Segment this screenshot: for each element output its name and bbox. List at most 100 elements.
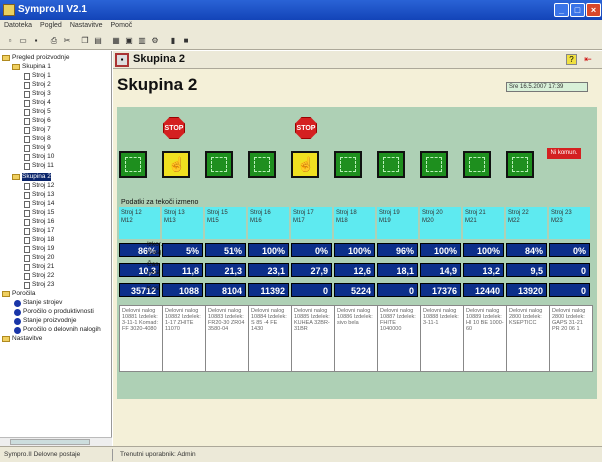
tree-scrollbar[interactable] (0, 437, 112, 446)
settings-icon[interactable]: ⚙ (149, 35, 161, 47)
machine-icon (24, 144, 30, 152)
tree-item[interactable]: Stroj 21 (24, 263, 54, 271)
folder-icon (2, 55, 10, 61)
machine-header[interactable]: Stroj 18 M18 (334, 207, 375, 239)
tree-item[interactable]: Stroj 7 (24, 126, 51, 134)
machine-status-run[interactable] (420, 151, 448, 178)
tree-reports[interactable]: Poročila (2, 290, 35, 298)
work-order-box[interactable]: Delovni nalog 10881 Izdelek: 3-11-1 Koma… (119, 305, 163, 372)
work-order-box[interactable]: Delovni nalog 2800 Izdelek: KSEPTICC (506, 305, 550, 372)
machine-header[interactable]: Stroj 17 M17 (291, 207, 332, 239)
window-icon[interactable]: ▣ (123, 35, 135, 47)
machine-status-run[interactable] (334, 151, 362, 178)
tools-icon[interactable]: ▮ (167, 35, 179, 47)
layout-icon[interactable]: ▦ (110, 35, 122, 47)
open-icon[interactable]: ▭ (17, 35, 29, 47)
tree-item[interactable]: Stroj 8 (24, 135, 51, 143)
work-order-box[interactable]: Delovni nalog 10883 Izdelek: FR20-30 ZR0… (205, 305, 249, 372)
machine-icon (24, 117, 30, 125)
machine-status-stop[interactable]: ☝ (291, 151, 319, 178)
tree-settings[interactable]: Nastavitve (2, 335, 42, 343)
machine-header[interactable]: Stroj 21 M21 (463, 207, 504, 239)
machine-header[interactable]: Stroj 13 M13 (162, 207, 203, 239)
tree-item[interactable]: Stroj 18 (24, 236, 54, 244)
cut-icon[interactable]: ✂ (61, 35, 73, 47)
tree-item[interactable]: Stroj 19 (24, 245, 54, 253)
menu-view[interactable]: Pogled (40, 20, 62, 32)
tree-item[interactable]: Stroj 12 (24, 182, 54, 190)
work-order-box[interactable]: Delovni nalog 10887 Izdelek: FHITE 10400… (377, 305, 421, 372)
tree-item[interactable]: Stroj 1 (24, 72, 51, 80)
tree-item[interactable]: Stroj 14 (24, 200, 54, 208)
chart-icon[interactable]: ▥ (136, 35, 148, 47)
tree-item[interactable]: Stroj 23 (24, 281, 54, 289)
work-order-box[interactable]: Delovni nalog 10888 Izdelek: 3-11-1 (420, 305, 464, 372)
tree-item[interactable]: Stroj 16 (24, 218, 54, 226)
machine-header[interactable]: Stroj 22 M22 (506, 207, 547, 239)
back-button[interactable]: ⇤ (581, 54, 595, 65)
tree-item[interactable]: Stroj 10 (24, 153, 54, 161)
copy-icon[interactable]: ❐ (79, 35, 91, 47)
machine-icon (24, 135, 30, 143)
help-button[interactable]: ? (566, 54, 577, 65)
efficiency-value: 51% (205, 243, 246, 257)
tree-item[interactable]: Stroj 17 (24, 227, 54, 235)
tree-item[interactable]: Stroj 5 (24, 108, 51, 116)
tree-item[interactable]: Stroj 6 (24, 117, 51, 125)
machine-header[interactable]: Stroj 20 M20 (420, 207, 461, 239)
minimize-button[interactable]: _ (554, 3, 569, 17)
machine-icon (512, 157, 528, 172)
tree-report-item[interactable]: Stanje strojev (14, 299, 62, 307)
count-value: 1088 (162, 283, 203, 297)
machine-status-run[interactable] (377, 151, 405, 178)
tree-group-1[interactable]: Skupina 1 (12, 63, 51, 71)
new-icon[interactable]: ▫ (4, 35, 16, 47)
work-order-box[interactable]: Delovni nalog 10882 Izdelek: 1-17 ZHITE … (162, 305, 206, 372)
work-order-box[interactable]: Delovni nalog 10884 Izdelek: S 85 -4 FE … (248, 305, 292, 372)
menu-file[interactable]: Datoteka (4, 20, 32, 32)
close-button[interactable]: × (586, 3, 601, 17)
menu-help[interactable]: Pomoč (111, 20, 133, 32)
menu-settings[interactable]: Nastavitve (70, 20, 103, 32)
work-order-box[interactable]: Delovni nalog 10886 Izdelek: sivo bela (334, 305, 378, 372)
save-icon[interactable]: ▪ (30, 35, 42, 47)
machine-header[interactable]: Stroj 23 M23 (549, 207, 590, 239)
work-order-box[interactable]: Delovni nalog 2800 Izdelek: GAPS 31-21 P… (549, 305, 593, 372)
tree-report-item[interactable]: Stanje proizvodnje (14, 317, 76, 325)
hand-icon: ☝ (297, 156, 315, 172)
machine-header[interactable]: Stroj 16 M16 (248, 207, 289, 239)
paste-icon[interactable]: ▤ (92, 35, 104, 47)
tree-item[interactable]: Stroj 20 (24, 254, 54, 262)
machine-status-run[interactable] (248, 151, 276, 178)
tree-item[interactable]: Stroj 15 (24, 209, 54, 217)
stop-icon[interactable]: ■ (180, 35, 192, 47)
tree-item[interactable]: Stroj 22 (24, 272, 54, 280)
work-order-box[interactable]: Delovni nalog 10885 Izdelek: KUHEA 32BR-… (291, 305, 335, 372)
machine-status-run[interactable] (119, 151, 147, 178)
status-bar: Sympro.II Delovne postaje Trenutni upora… (0, 446, 602, 462)
maximize-button[interactable]: □ (570, 3, 585, 17)
machine-header[interactable]: Stroj 12 M12 (119, 207, 160, 239)
tree-group-2[interactable]: Skupina 2 (12, 173, 51, 181)
machine-header[interactable]: Stroj 19 M19 (377, 207, 418, 239)
tree-item[interactable]: Stroj 4 (24, 99, 51, 107)
machine-status-stop[interactable]: ☝ (162, 151, 190, 178)
machine-icon (24, 218, 30, 226)
row-label-cycle: Čas cikla (147, 261, 161, 276)
machine-status-run[interactable] (463, 151, 491, 178)
print-icon[interactable]: ⎙ (48, 35, 60, 47)
machine-header[interactable]: Stroj 15 M15 (205, 207, 246, 239)
efficiency-value: 0% (291, 243, 332, 257)
machine-status-run[interactable] (506, 151, 534, 178)
tree-report-item[interactable]: Poročilo o produktivnosti (14, 308, 94, 316)
tree-item[interactable]: Stroj 2 (24, 81, 51, 89)
tree-root[interactable]: Pregled proizvodnje (2, 54, 69, 62)
work-order-box[interactable]: Delovni nalog 10889 Izdelek: HI 10 BE 10… (463, 305, 507, 372)
tree-report-item[interactable]: Poročilo o delovnih nalogih (14, 326, 101, 334)
tree-item[interactable]: Stroj 9 (24, 144, 51, 152)
tree-item[interactable]: Stroj 13 (24, 191, 54, 199)
machine-status-run[interactable] (205, 151, 233, 178)
tree-item[interactable]: Stroj 3 (24, 90, 51, 98)
tree-item[interactable]: Stroj 11 (24, 162, 54, 170)
scrollbar-thumb[interactable] (10, 439, 90, 445)
